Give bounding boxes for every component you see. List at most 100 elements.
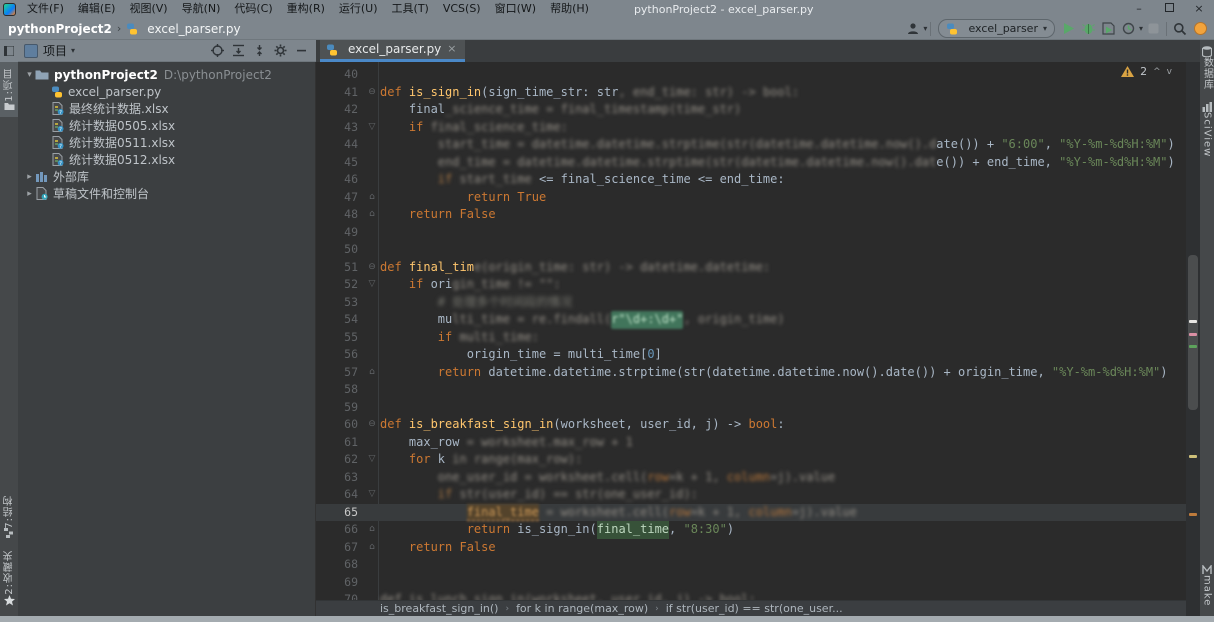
- select-opened-file-icon[interactable]: [211, 44, 224, 57]
- tree-item-0505.xlsx[interactable]: ?统计数据0505.xlsx: [18, 117, 315, 134]
- menu-c[interactable]: 代码(C): [227, 0, 279, 18]
- fold-marker-icon[interactable]: ⊖: [364, 416, 380, 434]
- code-token: , end_time: str) -> bool:: [618, 84, 799, 102]
- code-line-54: 54 multi_time = re.findall(r"\d+:\d+", o…: [316, 311, 1186, 329]
- next-issue-icon[interactable]: v: [1167, 67, 1172, 77]
- stripe-mark: [1189, 333, 1197, 336]
- menu-r[interactable]: 重构(R): [280, 0, 332, 18]
- nav-breadcrumb-file[interactable]: excel_parser.py: [147, 22, 240, 36]
- profiler-button[interactable]: [1119, 20, 1139, 38]
- fold-marker-icon[interactable]: ⊖: [364, 84, 380, 102]
- minimize-button[interactable]: –: [1124, 0, 1154, 18]
- editor-scrollbar-stripe[interactable]: [1186, 62, 1200, 616]
- fold-gutter: [364, 294, 380, 312]
- fold-marker-icon[interactable]: ⊖: [364, 259, 380, 277]
- fold-marker-icon[interactable]: ⌂: [364, 539, 380, 557]
- menu-u[interactable]: 运行(U): [332, 0, 385, 18]
- expand-all-icon[interactable]: [232, 44, 245, 57]
- nav-breadcrumb-project[interactable]: pythonProject2: [8, 22, 112, 36]
- tool-window-button-1[interactable]: 1:项目: [0, 62, 18, 117]
- tree-toggle-icon[interactable]: ▸: [24, 172, 35, 182]
- tool-window-label: 数据库: [1200, 57, 1214, 90]
- menu-f[interactable]: 文件(F): [20, 0, 71, 18]
- tree-item-label: 统计数据0511.xlsx: [69, 134, 175, 151]
- project-panel-title: 项目: [43, 42, 67, 59]
- project-panel-header[interactable]: 项目 ▾: [18, 40, 316, 62]
- fold-marker-icon[interactable]: ▽: [364, 119, 380, 137]
- code-token: max_row: [380, 434, 459, 452]
- fold-gutter: [364, 101, 380, 119]
- editor-breadcrumb-item[interactable]: if str(user_id) == str(one_user...: [666, 602, 843, 615]
- fold-marker-icon[interactable]: ▽: [364, 486, 380, 504]
- fold-gutter: [364, 504, 380, 522]
- fold-marker-icon[interactable]: ⌂: [364, 521, 380, 539]
- tool-window-button-2[interactable]: 2:收藏夹: [0, 544, 18, 612]
- tree-toggle-icon[interactable]: ▸: [24, 189, 35, 199]
- menu-n[interactable]: 导航(N): [175, 0, 228, 18]
- code-token: (worksheet, user_id, j) ->: [553, 416, 748, 434]
- debug-button[interactable]: [1079, 20, 1099, 38]
- menu-e[interactable]: 编辑(E): [71, 0, 123, 18]
- code-token: def: [380, 416, 409, 434]
- settings-gear-icon[interactable]: [274, 44, 287, 57]
- tree-toggle-icon[interactable]: ▾: [24, 70, 35, 80]
- tab-close-icon[interactable]: ×: [447, 42, 456, 55]
- maximize-button[interactable]: [1154, 0, 1184, 18]
- tree-item-excel_parser.py[interactable]: excel_parser.py: [18, 83, 315, 100]
- line-number: 61: [316, 434, 364, 452]
- code-line-47: 47⌂ return True: [316, 189, 1186, 207]
- python-file-icon: [326, 44, 338, 56]
- tab-excel-parser[interactable]: excel_parser.py ×: [320, 40, 465, 62]
- menu-h[interactable]: 帮助(H): [543, 0, 596, 18]
- fold-marker-icon[interactable]: ⌂: [364, 206, 380, 224]
- line-number: 53: [316, 294, 364, 312]
- prev-issue-icon[interactable]: ^: [1153, 67, 1161, 77]
- code-editor[interactable]: 4041⊖def is_sign_in(sign_time_str: str, …: [316, 62, 1186, 600]
- tool-window-button-make[interactable]: make: [1200, 559, 1214, 612]
- tool-window-button-SciView[interactable]: SciView: [1200, 96, 1214, 163]
- tool-window-button-[interactable]: 数据库: [1200, 40, 1214, 96]
- excel-file-icon: ?: [51, 102, 64, 115]
- run-config-selector[interactable]: excel_parser ▾: [938, 19, 1055, 38]
- tree-item-0512.xlsx[interactable]: ?统计数据0512.xlsx: [18, 151, 315, 168]
- menu-t[interactable]: 工具(T): [385, 0, 436, 18]
- menu-vcss[interactable]: VCS(S): [436, 0, 488, 18]
- search-everywhere-icon[interactable]: [1170, 20, 1190, 38]
- code-token: final_tim: [409, 259, 474, 277]
- fold-marker-icon[interactable]: ▽: [364, 451, 380, 469]
- fold-marker-icon[interactable]: ⌂: [364, 189, 380, 207]
- tool-window-button-7[interactable]: 7:结构: [0, 489, 18, 545]
- code-token: e(origin_time: str) -> datetime.datetime…: [474, 259, 770, 277]
- code-token: =k + 1,: [691, 504, 749, 522]
- tree-item-.xlsx[interactable]: ?最终统计数据.xlsx: [18, 100, 315, 117]
- line-number: 58: [316, 381, 364, 399]
- run-button[interactable]: [1059, 20, 1079, 38]
- editor-breadcrumb-item[interactable]: for k in range(max_row): [516, 602, 648, 615]
- tree-item-0511.xlsx[interactable]: ? 统计数据0511.xlsx: [18, 134, 315, 151]
- pycharm-logo-icon: [3, 3, 16, 16]
- collapse-all-icon[interactable]: [253, 44, 266, 57]
- fold-gutter: [364, 66, 380, 84]
- user-menu-icon[interactable]: [903, 20, 923, 38]
- menu-w[interactable]: 窗口(W): [488, 0, 543, 18]
- hide-panel-icon[interactable]: [295, 44, 308, 57]
- inspection-widget[interactable]: 2 ^ v: [1121, 65, 1172, 78]
- code-token: =j).value: [770, 469, 835, 487]
- code-token: column: [748, 504, 791, 522]
- line-number: 50: [316, 241, 364, 259]
- line-number: 46: [316, 171, 364, 189]
- code-token: multi_time:: [459, 329, 538, 347]
- tree-item-pythonProject2[interactable]: ▾pythonProject2D:\pythonProject2: [18, 66, 315, 83]
- fold-marker-icon[interactable]: ▽: [364, 276, 380, 294]
- chevron-down-icon: ▾: [923, 24, 927, 33]
- ide-notification-icon[interactable]: [1190, 20, 1210, 38]
- svg-text:?: ?: [59, 144, 62, 149]
- run-with-coverage-button[interactable]: [1099, 20, 1119, 38]
- tree-item-node[interactable]: ▸外部库: [18, 168, 315, 185]
- fold-marker-icon[interactable]: ⌂: [364, 364, 380, 382]
- stop-button[interactable]: [1143, 20, 1163, 38]
- close-button[interactable]: ×: [1184, 0, 1214, 18]
- menu-v[interactable]: 视图(V): [122, 0, 174, 18]
- tree-item-node[interactable]: ▸草稿文件和控制台: [18, 185, 315, 202]
- editor-breadcrumb-item[interactable]: is_breakfast_sign_in(): [380, 602, 498, 615]
